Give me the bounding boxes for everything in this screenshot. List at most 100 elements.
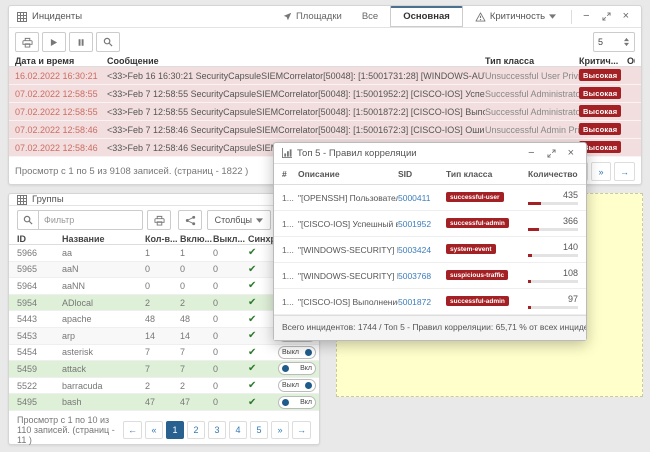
page-last-button[interactable]: → [292, 421, 311, 439]
top5-row[interactable]: 1... "[CISCO-IOS] Выполнение кома... 500… [274, 289, 586, 315]
group-id: 5495 [17, 397, 62, 407]
filter-input[interactable] [39, 210, 143, 230]
criticality-badge: Высокая [579, 123, 621, 135]
type-class-badge: successful-admin [446, 218, 509, 228]
incident-row[interactable]: 07.02.2022 12:58:46 <33>Feb 7 12:58:46 S… [9, 121, 641, 139]
group-disabled: 0 [213, 331, 248, 341]
group-row[interactable]: 5522 barracuda 2 2 0 Выкл [9, 378, 319, 395]
col-number[interactable]: # [282, 169, 298, 179]
group-id: 5965 [17, 264, 62, 274]
incident-row[interactable]: 07.02.2022 12:58:55 <33>Feb 7 12:58:55 S… [9, 103, 641, 121]
incident-row[interactable]: 16.02.2022 16:30:21 <33>Feb 16 16:30:21 … [9, 67, 641, 85]
columns-dropdown[interactable]: Столбцы [207, 210, 271, 230]
collapse-button[interactable]: − [524, 148, 538, 159]
page-button[interactable]: 1 [166, 421, 184, 439]
group-row[interactable]: 5454 asterisk 7 7 0 Выкл [9, 345, 319, 362]
tab-main[interactable]: Основная [390, 6, 463, 27]
group-enabled: 1 [180, 248, 213, 258]
sites-button[interactable]: Площадки [275, 11, 350, 22]
col-count[interactable]: Кол-в... [145, 234, 180, 244]
page-last-button[interactable]: → [614, 162, 635, 181]
print-button[interactable] [147, 210, 171, 230]
search-button[interactable] [96, 32, 120, 52]
col-criticality[interactable]: Критич... [579, 56, 627, 66]
col-sid[interactable]: SID [398, 169, 446, 179]
incident-datetime[interactable]: 16.02.2022 16:30:21 [15, 71, 107, 81]
sid-link[interactable]: 5001952 [398, 219, 446, 229]
bar-chart-icon [282, 148, 292, 158]
incident-datetime[interactable]: 07.02.2022 12:58:46 [15, 125, 107, 135]
send-icon [283, 12, 292, 21]
group-toggle[interactable]: Вкл [278, 362, 316, 375]
group-toggle[interactable]: Вкл [278, 396, 316, 409]
page-first-button[interactable]: ← [123, 421, 142, 439]
col-type-class[interactable]: Тип класса [485, 56, 579, 66]
group-row[interactable]: 5459 attack 7 7 0 Вкл [9, 361, 319, 378]
divider [571, 10, 572, 24]
incident-datetime[interactable]: 07.02.2022 12:58:46 [15, 143, 107, 153]
group-toggle[interactable]: Выкл [278, 379, 316, 392]
top5-header: Топ 5 - Правил корреляции − × [274, 143, 586, 164]
col-datetime[interactable]: Дата и время [15, 56, 107, 66]
groups-footer: Просмотр с 1 по 10 из 110 записей. (стра… [9, 411, 319, 449]
page-button[interactable]: 2 [187, 421, 205, 439]
expand-button[interactable] [598, 12, 615, 21]
col-message[interactable]: Сообщение [107, 56, 485, 66]
incident-type-class: Successful Administrator Pr... [485, 107, 579, 117]
close-icon[interactable]: × [564, 148, 578, 159]
group-id: 5459 [17, 364, 62, 374]
col-enabled[interactable]: Вклю... [180, 234, 213, 244]
close-icon[interactable]: × [619, 11, 633, 22]
group-id: 5453 [17, 331, 62, 341]
table-grid-icon [17, 12, 27, 22]
top5-row[interactable]: 1... "[CISCO-IOS] Успешный вход" 5001952… [274, 211, 586, 237]
page-next-button[interactable]: » [591, 162, 611, 181]
top5-row[interactable]: 1... "[WINDOWS-SECURITY] Полити... 50037… [274, 263, 586, 289]
col-name[interactable]: Название [62, 234, 145, 244]
pause-button[interactable] [69, 32, 93, 52]
group-toggle[interactable]: Выкл [278, 346, 316, 359]
criticality-dropdown[interactable]: Критичность [467, 11, 564, 22]
page-button[interactable]: 5 [250, 421, 268, 439]
filter-search-button[interactable] [17, 210, 39, 230]
sid-link[interactable]: 5000411 [398, 193, 446, 203]
play-button[interactable] [42, 32, 66, 52]
col-id[interactable]: ID [17, 234, 62, 244]
col-disabled[interactable]: Выкл... [213, 234, 248, 244]
page-button[interactable]: 4 [229, 421, 247, 439]
expand-icon [602, 12, 611, 21]
sid-link[interactable]: 5003768 [398, 271, 446, 281]
sid-link[interactable]: 5001872 [398, 297, 446, 307]
group-enabled: 2 [180, 381, 213, 391]
incident-row[interactable]: 07.02.2022 12:58:55 <33>Feb 7 12:58:55 S… [9, 85, 641, 103]
page-next-button[interactable]: » [271, 421, 289, 439]
print-button[interactable] [15, 32, 39, 52]
rule-number: 1... [282, 193, 298, 203]
criticality-badge: Высокая [579, 69, 621, 81]
col-type-class[interactable]: Тип класса [446, 169, 528, 179]
top5-row[interactable]: 1... "[WINDOWS-SECURITY] Настро... 50034… [274, 237, 586, 263]
top5-dialog: Топ 5 - Правил корреляции − × # Описание… [273, 142, 587, 341]
page-size-stepper[interactable]: 5 [593, 32, 635, 52]
tab-all[interactable]: Все [354, 11, 386, 22]
col-count[interactable]: Количество сра... [528, 169, 578, 179]
rule-description: "[OPENSSH] Пользователь вош... [298, 193, 398, 203]
incident-datetime[interactable]: 07.02.2022 12:58:55 [15, 89, 107, 99]
top5-row[interactable]: 1... "[OPENSSH] Пользователь вош... 5000… [274, 185, 586, 211]
expand-button[interactable] [543, 149, 560, 158]
col-description[interactable]: Описание [298, 169, 398, 179]
page-prev-button[interactable]: « [145, 421, 163, 439]
group-row[interactable]: 5495 bash 47 47 0 Вкл [9, 394, 319, 411]
group-disabled: 0 [213, 381, 248, 391]
sid-link[interactable]: 5003424 [398, 245, 446, 255]
collapse-button[interactable]: − [579, 11, 593, 22]
group-id: 5522 [17, 381, 62, 391]
share-button[interactable] [178, 210, 202, 230]
incident-datetime[interactable]: 07.02.2022 12:58:55 [15, 107, 107, 117]
group-name: asterisk [62, 347, 145, 357]
rule-number: 1... [282, 271, 298, 281]
col-processed[interactable]: Обр... [627, 56, 635, 66]
page-button[interactable]: 3 [208, 421, 226, 439]
incident-message: <33>Feb 16 16:30:21 SecurityCapsuleSIEMC… [107, 71, 485, 81]
stepper-arrows-icon [623, 37, 630, 47]
